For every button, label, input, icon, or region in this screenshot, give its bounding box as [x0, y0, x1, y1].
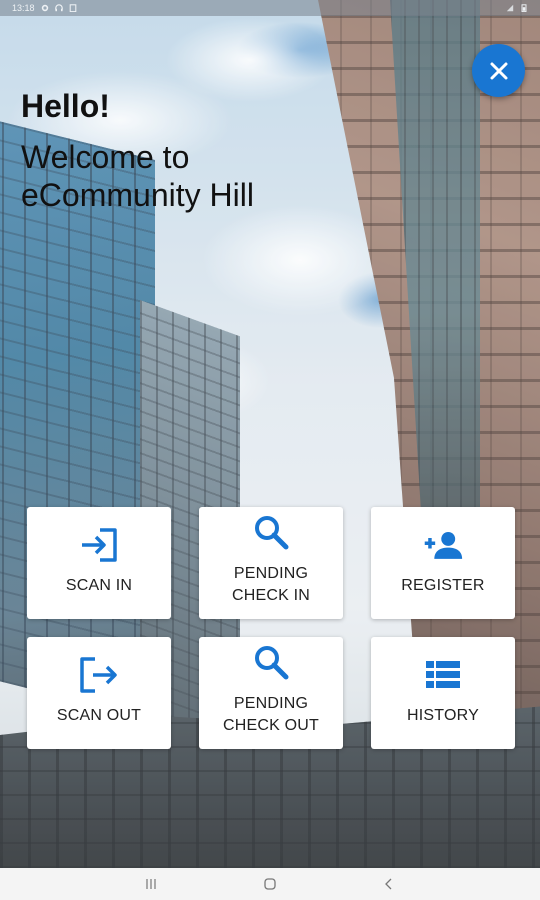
clipboard-icon	[69, 4, 76, 12]
action-grid: SCAN IN PENDING CHECK IN REGISTER SCAN O…	[27, 507, 515, 749]
search-icon	[251, 515, 291, 550]
home-icon[interactable]	[263, 877, 277, 891]
scan-out-button[interactable]: SCAN OUT	[27, 637, 171, 749]
pending-check-in-label-line-1: PENDING	[233, 565, 309, 582]
welcome-line-2: eCommunity Hill	[21, 177, 254, 213]
scan-in-button[interactable]: SCAN IN	[27, 507, 171, 619]
back-icon[interactable]	[382, 877, 396, 891]
headset-icon	[54, 4, 63, 12]
person-add-icon	[423, 525, 463, 565]
battery-icon	[521, 4, 527, 12]
hello-heading: Hello!	[21, 88, 110, 124]
navigation-bar	[0, 868, 540, 900]
scan-out-label: SCAN OUT	[56, 707, 142, 724]
close-button[interactable]	[472, 44, 525, 97]
close-icon	[490, 62, 507, 79]
history-button[interactable]: HISTORY	[371, 637, 515, 749]
recents-icon[interactable]	[144, 877, 158, 891]
logout-arrow-icon	[79, 655, 119, 695]
welcome-line-1: Welcome to	[21, 139, 190, 175]
welcome-text: Welcome to eCommunity Hill	[21, 138, 254, 214]
list-icon	[423, 655, 463, 695]
pending-check-in-label-line-2: CHECK IN	[231, 587, 311, 604]
pending-check-out-label-line-2: CHECK OUT	[222, 717, 320, 734]
gear-icon	[41, 4, 48, 12]
scan-in-label: SCAN IN	[65, 577, 133, 594]
pending-check-out-label: PENDING CHECK OUT	[206, 693, 336, 737]
pending-check-out-button[interactable]: PENDING CHECK OUT	[199, 637, 343, 749]
greeting: Hello! Welcome to eCommunity Hill	[21, 86, 254, 214]
register-label: REGISTER	[401, 577, 485, 594]
pending-check-in-label: PENDING CHECK IN	[206, 563, 336, 607]
login-arrow-icon	[79, 525, 119, 565]
signal-icon	[506, 4, 514, 12]
status-time: 13:18	[12, 3, 35, 13]
search-icon	[251, 645, 291, 680]
register-button[interactable]: REGISTER	[371, 507, 515, 619]
history-label: HISTORY	[407, 707, 479, 724]
pending-check-out-label-line-1: PENDING	[233, 695, 309, 712]
status-bar: 13:18	[0, 0, 540, 16]
pending-check-in-button[interactable]: PENDING CHECK IN	[199, 507, 343, 619]
